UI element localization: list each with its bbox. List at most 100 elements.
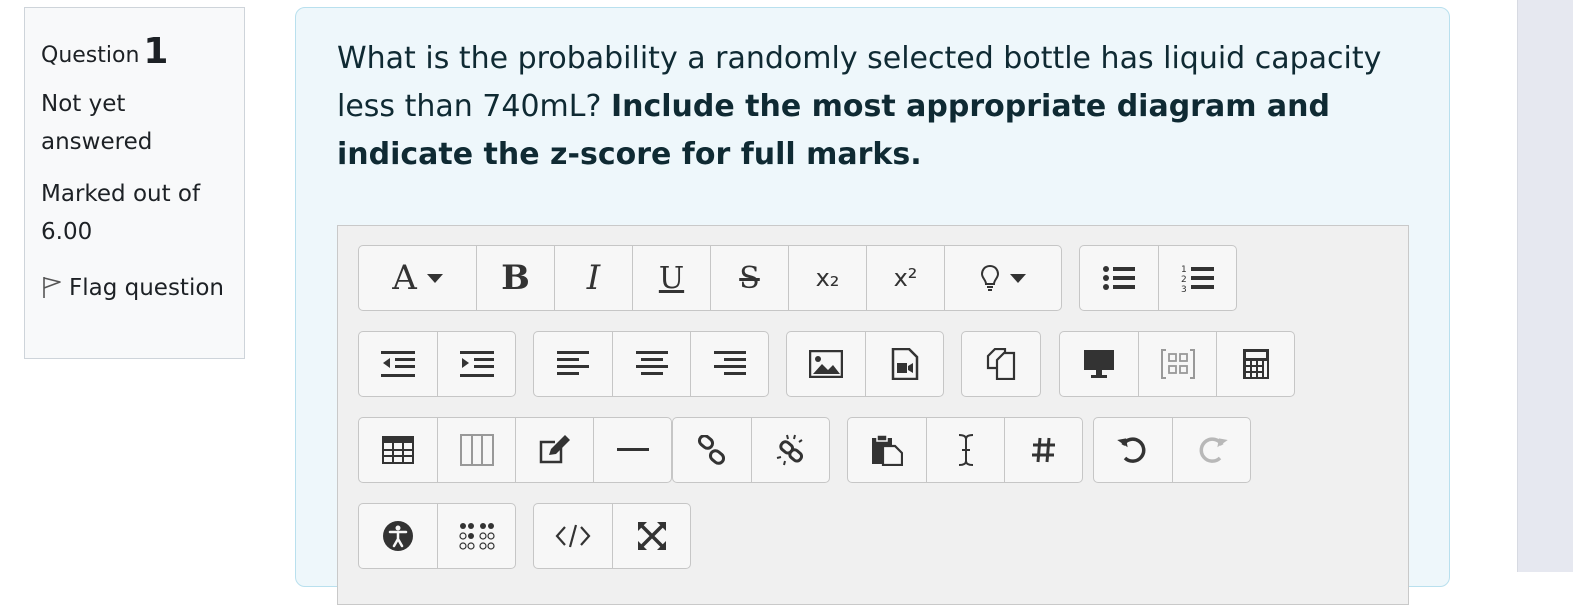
rich-text-editor[interactable]: A B I U S x₂ x² 1 2 3 — [337, 225, 1409, 605]
toolbar-group-indent — [358, 331, 516, 397]
text-cursor-icon — [956, 433, 976, 467]
insert-image-button[interactable] — [787, 332, 865, 396]
horizontal-rule-icon — [616, 447, 649, 453]
redo-icon — [1196, 434, 1228, 466]
link-icon — [697, 435, 727, 465]
table-icon — [382, 436, 414, 464]
monitor-icon — [1083, 349, 1115, 379]
h5p-button[interactable] — [1138, 332, 1216, 396]
outdent-button[interactable] — [359, 332, 437, 396]
fullscreen-button[interactable] — [612, 504, 690, 568]
paste-button[interactable] — [848, 418, 926, 482]
toolbar-group-view — [533, 503, 691, 569]
svg-text:2: 2 — [1181, 275, 1187, 285]
braille-icon — [458, 522, 495, 550]
chevron-down-icon — [426, 273, 443, 283]
table-columns-button[interactable] — [437, 418, 515, 482]
italic-glyph: I — [586, 258, 601, 298]
unlink-button[interactable] — [751, 418, 829, 482]
toolbar-group-text-style: A B I U S x₂ x² — [358, 245, 1062, 311]
question-info-panel: Question 1 Not yet answered Marked out of… — [24, 7, 245, 359]
unordered-list-button[interactable] — [1080, 246, 1158, 310]
question-label: Question — [41, 43, 140, 68]
undo-button[interactable] — [1094, 418, 1172, 482]
numbered-list-icon: 123 — [1181, 263, 1215, 293]
hash-icon — [1031, 436, 1057, 464]
special-characters-button[interactable] — [1004, 418, 1082, 482]
h5p-grid-icon — [1160, 348, 1195, 380]
copy-files-icon — [985, 348, 1017, 380]
subscript-button[interactable]: x₂ — [788, 246, 866, 310]
edit-html-button[interactable] — [515, 418, 593, 482]
toolbar-group-manage — [961, 331, 1041, 397]
calculator-icon — [1242, 348, 1270, 380]
question-number-heading: Question 1 — [41, 30, 228, 72]
insert-table-button[interactable] — [359, 418, 437, 482]
bold-glyph: B — [501, 258, 530, 298]
pencil-square-icon — [539, 435, 571, 465]
redo-button[interactable] — [1172, 418, 1250, 482]
align-center-icon — [635, 351, 668, 377]
indent-icon — [459, 350, 494, 378]
toolbar-group-table — [358, 417, 672, 483]
accessibility-icon — [382, 520, 414, 552]
align-left-button[interactable] — [534, 332, 612, 396]
toolbar-group-align — [533, 331, 769, 397]
toolbar-group-embed — [1059, 331, 1295, 397]
strikethrough-button[interactable]: S — [710, 246, 788, 310]
html-source-button[interactable] — [534, 504, 612, 568]
question-status: Not yet answered — [41, 91, 153, 155]
svg-text:1: 1 — [1181, 265, 1187, 275]
chevron-down-icon — [1010, 273, 1026, 283]
underline-button[interactable]: U — [632, 246, 710, 310]
manage-files-button[interactable] — [962, 332, 1040, 396]
font-style-glyph: A — [392, 258, 417, 298]
ordered-list-button[interactable]: 123 — [1158, 246, 1236, 310]
bold-button[interactable]: B — [476, 246, 554, 310]
screen-recorder-button[interactable] — [1060, 332, 1138, 396]
superscript-glyph: x² — [893, 264, 918, 292]
superscript-button[interactable]: x² — [866, 246, 944, 310]
media-file-icon — [891, 348, 919, 380]
align-right-button[interactable] — [690, 332, 768, 396]
paste-icon — [871, 434, 903, 466]
svg-text:3: 3 — [1181, 285, 1187, 293]
toolbar-group-accessibility — [358, 503, 516, 569]
screenreader-helper-button[interactable] — [437, 504, 515, 568]
insert-media-button[interactable] — [865, 332, 943, 396]
question-number: 1 — [143, 31, 169, 72]
outdent-icon — [381, 350, 415, 378]
insert-link-button[interactable] — [673, 418, 751, 482]
question-marks: Marked out of 6.00 — [41, 181, 201, 245]
toolbar-group-links — [672, 417, 830, 483]
toolbar-group-history — [1093, 417, 1251, 483]
flag-question-link[interactable]: Flag question — [41, 269, 228, 307]
flag-icon — [41, 273, 63, 298]
align-right-icon — [713, 351, 746, 377]
image-icon — [809, 350, 843, 378]
code-icon — [555, 523, 591, 549]
clear-formatting-button[interactable] — [926, 418, 1004, 482]
font-style-button[interactable]: A — [359, 246, 476, 310]
toolbar-group-lists: 123 — [1079, 245, 1237, 311]
page-right-strip — [1517, 0, 1573, 572]
columns-icon — [459, 434, 494, 466]
horizontal-rule-button[interactable] — [593, 418, 671, 482]
bullet-list-icon — [1102, 264, 1136, 292]
subscript-glyph: x₂ — [815, 264, 840, 292]
styles-menu-button[interactable] — [944, 246, 1061, 310]
italic-button[interactable]: I — [554, 246, 632, 310]
accessibility-checker-button[interactable] — [359, 504, 437, 568]
question-text: What is the probability a randomly selec… — [337, 35, 1417, 179]
indent-button[interactable] — [437, 332, 515, 396]
toolbar-group-media — [786, 331, 944, 397]
align-left-icon — [557, 351, 589, 377]
lightbulb-icon — [980, 264, 1000, 292]
equation-editor-button[interactable] — [1216, 332, 1294, 396]
underline-glyph: U — [658, 260, 685, 296]
question-content-panel: What is the probability a randomly selec… — [295, 7, 1450, 605]
align-center-button[interactable] — [612, 332, 690, 396]
undo-icon — [1117, 434, 1149, 466]
strikethrough-glyph: S — [739, 260, 760, 296]
unlink-icon — [775, 434, 807, 466]
